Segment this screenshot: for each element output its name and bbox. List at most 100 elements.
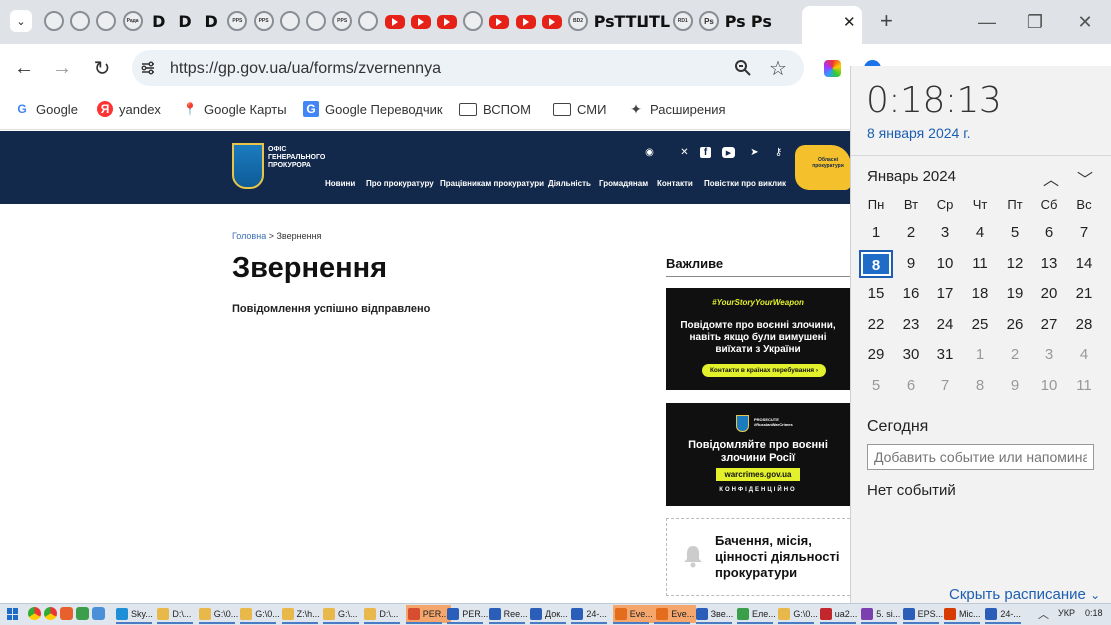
bookmark-google-translate[interactable]: G Google Переводчик: [303, 100, 443, 118]
contacts-abroad-button[interactable]: Контакти в країнах перебування ›: [702, 364, 826, 377]
taskbar-window[interactable]: Док...: [530, 605, 568, 623]
tab-favicon[interactable]: Ps: [725, 11, 746, 31]
tab-search-button[interactable]: ⌄: [10, 10, 32, 32]
taskbar-window[interactable]: Eve...: [612, 605, 655, 623]
bookmark-yandex[interactable]: Яyandex: [97, 100, 161, 118]
hide-schedule-link[interactable]: Скрыть расписание ⌄: [949, 586, 1100, 603]
calendar-day[interactable]: 11: [963, 250, 997, 278]
menu-citizens[interactable]: Громадянам: [599, 179, 648, 188]
taskbar-window[interactable]: PER...: [405, 605, 451, 623]
taskbar-window[interactable]: D:\...: [157, 605, 191, 623]
taskbar-window[interactable]: 24-...: [985, 605, 1021, 623]
windows-start-icon[interactable]: [7, 608, 19, 620]
warcrimes-banner[interactable]: PROSECUTE #RussianWarCrimes Повідомляйте…: [666, 403, 850, 506]
calendar-day[interactable]: 27: [1032, 311, 1066, 339]
bookmark-folder-smi[interactable]: СМИ: [553, 100, 606, 118]
youtube-icon[interactable]: ▶: [722, 147, 735, 158]
tab-favicon[interactable]: D: [201, 11, 221, 31]
taskbar-window[interactable]: G:\0...: [240, 605, 280, 623]
taskbar-window[interactable]: 24-...: [571, 605, 607, 623]
calendar-day[interactable]: 20: [1032, 280, 1066, 308]
coat-of-arms-logo[interactable]: [232, 143, 264, 189]
calendar-day[interactable]: 25: [963, 311, 997, 339]
telegram-icon[interactable]: ➤: [749, 147, 760, 158]
taskbar-window[interactable]: ua2...: [819, 605, 857, 623]
close-window-icon[interactable]: ✕: [1062, 8, 1108, 36]
taskbar-window[interactable]: 5. si...: [861, 605, 900, 623]
new-tab-button[interactable]: +: [880, 8, 893, 34]
youtube-tab-icon[interactable]: [437, 15, 457, 29]
calendar-day[interactable]: 17: [928, 280, 962, 308]
youtube-tab-icon[interactable]: [410, 15, 431, 29]
pinned-app-icon[interactable]: [60, 607, 73, 620]
pinned-chrome-icon[interactable]: [28, 607, 41, 620]
back-icon[interactable]: ←: [12, 56, 36, 80]
site-settings-icon[interactable]: [140, 60, 156, 76]
menu-activity[interactable]: Діяльність: [548, 179, 591, 188]
key-icon[interactable]: ⚷: [773, 147, 784, 158]
menu-news[interactable]: Новини: [325, 179, 355, 188]
taskbar-window[interactable]: Sky...: [116, 605, 153, 623]
calendar-day[interactable]: 10: [928, 250, 962, 278]
bookmark-google[interactable]: G Google: [14, 100, 78, 118]
taskbar-window[interactable]: Ree...: [488, 605, 528, 623]
calendar-day[interactable]: 8: [963, 372, 997, 400]
calendar-day[interactable]: 7: [1067, 219, 1101, 247]
input-language[interactable]: УКР: [1058, 608, 1075, 618]
tab-favicon[interactable]: BD2: [568, 11, 588, 31]
calendar-day[interactable]: 11: [1067, 372, 1101, 400]
menu-summons[interactable]: Повістки про виклик: [704, 179, 786, 188]
tab-favicon[interactable]: TTL: [614, 11, 646, 31]
taskbar-window[interactable]: Еле...: [737, 605, 776, 623]
calendar-day[interactable]: 24: [928, 311, 962, 339]
calendar-day[interactable]: 7: [928, 372, 962, 400]
taskbar-window[interactable]: G:\0...: [778, 605, 818, 623]
calendar-day[interactable]: 13: [1032, 250, 1066, 278]
tab-favicon[interactable]: Ps: [594, 11, 615, 31]
twitter-icon[interactable]: ✕: [679, 147, 690, 158]
calendar-day[interactable]: 21: [1067, 280, 1101, 308]
tab-favicon[interactable]: Ps: [699, 11, 719, 31]
pinned-chrome-icon[interactable]: [44, 607, 57, 620]
tray-chevron-up-icon[interactable]: ︿: [1038, 606, 1049, 622]
calendar-day-today[interactable]: 8: [859, 249, 893, 278]
menu-about[interactable]: Про прокуратуру: [366, 179, 434, 188]
calendar-day[interactable]: 4: [963, 219, 997, 247]
taskbar-window[interactable]: Зве...: [695, 605, 733, 623]
calendar-day[interactable]: 28: [1067, 311, 1101, 339]
tab-favicon[interactable]: [44, 11, 64, 31]
menu-contacts[interactable]: Контакти: [657, 179, 693, 188]
taskbar-clock[interactable]: 0:18: [1085, 608, 1103, 618]
taskbar-window[interactable]: PER...: [447, 605, 488, 623]
taskbar-window[interactable]: G:\...: [323, 605, 358, 623]
tab-favicon[interactable]: [306, 11, 326, 31]
tab-favicon[interactable]: Ps: [751, 11, 772, 31]
calendar-day[interactable]: 2: [998, 341, 1032, 369]
tab-favicon[interactable]: D: [175, 11, 195, 31]
calendar-day[interactable]: 19: [998, 280, 1032, 308]
minimize-icon[interactable]: —: [964, 8, 1010, 36]
calendar-day[interactable]: 30: [894, 341, 928, 369]
warcrimes-link[interactable]: warcrimes.gov.ua: [716, 468, 800, 481]
tab-favicon[interactable]: ITL: [643, 11, 670, 31]
calendar-day[interactable]: 12: [998, 250, 1032, 278]
bookmark-folder-vspom[interactable]: ВСПОМ: [459, 100, 531, 118]
calendar-day[interactable]: 18: [963, 280, 997, 308]
chevron-down-icon[interactable]: ﹀: [1077, 166, 1093, 190]
youtube-tab-icon[interactable]: [541, 15, 562, 29]
calendar-day[interactable]: 29: [859, 341, 893, 369]
tab-favicon[interactable]: Рада: [122, 11, 143, 31]
mission-card-text[interactable]: Бачення, місія, цінності діяльності прок…: [715, 533, 845, 581]
calendar-day[interactable]: 5: [859, 372, 893, 400]
taskbar-window[interactable]: D:\...: [364, 605, 398, 623]
forward-icon[interactable]: →: [50, 56, 74, 80]
calendar-day[interactable]: 31: [928, 341, 962, 369]
calendar-day[interactable]: 4: [1067, 341, 1101, 369]
taskbar-window[interactable]: Eve...: [654, 605, 697, 623]
tab-favicon[interactable]: RD1: [672, 11, 693, 31]
bookmark-extensions[interactable]: ✦ Расширения: [628, 100, 725, 118]
calendar-day[interactable]: 3: [1032, 341, 1066, 369]
youtube-tab-icon[interactable]: [384, 15, 405, 29]
calendar-day[interactable]: 6: [1032, 219, 1066, 247]
calendar-day[interactable]: 3: [928, 219, 962, 247]
